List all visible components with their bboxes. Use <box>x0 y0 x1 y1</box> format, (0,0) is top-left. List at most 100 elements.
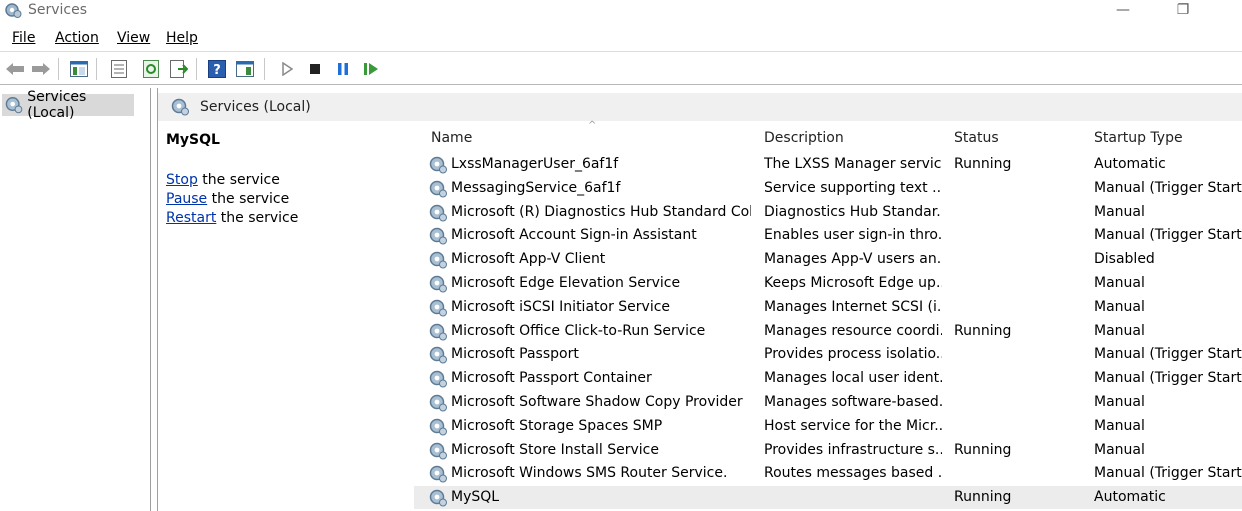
table-row[interactable]: Microsoft Edge Elevation Service Keeps Mi… <box>414 272 1242 295</box>
service-name-cell: Microsoft Office Click-to-Run Service <box>451 322 706 339</box>
service-gear-icon <box>429 489 447 507</box>
table-row[interactable]: Microsoft (R) Diagnostics Hub Standard C… <box>414 201 1242 224</box>
menu-help[interactable]: Help <box>166 30 198 46</box>
menu-action-label: Action <box>55 30 99 46</box>
services-gear-icon <box>5 3 22 18</box>
export-list-icon[interactable] <box>168 58 190 80</box>
table-row[interactable]: LxssManagerUser_6af1f The LXSS Manager se… <box>414 153 1242 176</box>
tree-item-services-local[interactable]: Services (Local) <box>2 89 134 121</box>
service-name-cell: LxssManagerUser_6af1f <box>451 156 619 172</box>
service-startup-type-cell: Manual <box>1094 275 1145 291</box>
column-header-name[interactable]: Name <box>431 130 472 146</box>
service-description-cell: Keeps Microsoft Edge up... <box>764 275 942 291</box>
menu-file[interactable]: File <box>12 30 35 46</box>
table-row[interactable]: Microsoft Office Click-to-Run Service Man… <box>414 320 1242 343</box>
table-row[interactable]: Microsoft Windows SMS Router Service. Rou… <box>414 462 1242 485</box>
forward-arrow-icon[interactable] <box>30 58 52 80</box>
service-gear-icon <box>429 347 447 364</box>
service-startup-type-cell: Manual <box>1094 417 1145 434</box>
tree-item-label: Services (Local) <box>27 89 87 121</box>
service-description-cell: Provides infrastructure s... <box>764 441 942 458</box>
service-gear-icon <box>429 394 447 412</box>
service-startup-type-cell: Manual <box>1094 322 1145 339</box>
stop-service-icon[interactable] <box>304 58 326 80</box>
table-row[interactable]: Microsoft Software Shadow Copy Provider M… <box>414 391 1242 414</box>
service-description-cell: The LXSS Manager servic... <box>764 156 942 172</box>
console-tree: Services (Local) <box>0 88 151 511</box>
toolbar: ? <box>0 54 1242 82</box>
toolbar-separator <box>196 58 197 80</box>
sort-indicator-icon: ^ <box>588 120 597 131</box>
service-description-cell: Enables user sign-in thro... <box>764 227 942 244</box>
restart-service-link[interactable]: Restart <box>166 210 216 226</box>
restore-button[interactable]: ❐ <box>1160 0 1206 22</box>
service-name-cell: MySQL <box>451 489 500 506</box>
service-gear-icon <box>429 466 447 483</box>
start-service-icon[interactable] <box>276 58 298 80</box>
toolbar-separator <box>96 58 97 80</box>
pane-header: Services (Local) <box>158 93 1242 121</box>
console-tree-icon[interactable] <box>68 58 90 80</box>
service-gear-icon <box>429 156 447 174</box>
pause-action: Pause the service <box>166 191 289 207</box>
help-icon[interactable]: ? <box>206 58 228 80</box>
minimize-button[interactable]: — <box>1100 0 1146 22</box>
service-name-cell: Microsoft Passport <box>451 346 579 363</box>
menu-file-label: File <box>12 30 36 46</box>
service-startup-type-cell: Manual <box>1094 298 1145 315</box>
service-gear-icon <box>429 442 447 460</box>
service-gear-icon <box>429 180 447 198</box>
service-startup-type-cell: Manual (Trigger Start) <box>1094 227 1242 244</box>
service-description-cell: Host service for the Micr... <box>764 417 942 434</box>
service-description-cell: Manages Internet SCSI (i... <box>764 298 942 315</box>
column-header-startup-type[interactable]: Startup Type <box>1094 130 1183 146</box>
service-gear-icon <box>429 299 447 317</box>
table-row[interactable]: Microsoft Passport Container Manages loca… <box>414 367 1242 390</box>
menu-divider <box>0 51 1242 52</box>
resume-service-icon[interactable] <box>360 58 382 80</box>
service-status-cell: Running <box>954 489 1012 506</box>
service-name-cell: Microsoft Account Sign-in Assistant <box>451 227 697 244</box>
service-description-cell: Manages App-V users an... <box>764 251 942 268</box>
service-description-cell: Service supporting text ... <box>764 179 942 196</box>
svg-text:?: ? <box>213 63 221 78</box>
show-hide-pane-icon[interactable] <box>234 58 256 80</box>
service-startup-type-cell: Automatic <box>1094 156 1166 172</box>
selected-service-name: MySQL <box>166 132 220 148</box>
services-gear-icon <box>5 97 23 114</box>
service-name-cell: Microsoft (R) Diagnostics Hub Standard C… <box>451 203 751 220</box>
table-row[interactable]: Microsoft Storage Spaces SMP Host service… <box>414 415 1242 438</box>
pause-service-icon[interactable] <box>332 58 354 80</box>
table-row[interactable]: Microsoft App-V Client Manages App-V user… <box>414 248 1242 271</box>
table-row[interactable]: Microsoft Store Install Service Provides … <box>414 439 1242 462</box>
service-name-cell: Microsoft Edge Elevation Service <box>451 275 681 291</box>
column-header-status[interactable]: Status <box>954 130 999 146</box>
pause-action-text: the service <box>207 191 290 207</box>
service-description-cell: Routes messages based ... <box>764 465 942 482</box>
window-title: Services <box>28 2 88 18</box>
pane-splitter[interactable] <box>151 88 158 511</box>
service-description-cell: Manages local user ident... <box>764 370 942 387</box>
table-row[interactable]: Microsoft iSCSI Initiator Service Manages… <box>414 296 1242 319</box>
toolbar-separator <box>58 58 59 80</box>
table-row[interactable]: MySQL Running Automatic <box>414 486 1242 510</box>
refresh-icon[interactable] <box>140 58 162 80</box>
service-gear-icon <box>429 228 447 245</box>
stop-service-link[interactable]: Stop <box>166 172 198 188</box>
menu-view[interactable]: View <box>117 30 150 46</box>
menu-bar: File Action View Help <box>0 28 1242 50</box>
service-gear-icon <box>429 275 447 293</box>
service-startup-type-cell: Manual (Trigger Start) <box>1094 179 1242 196</box>
table-row[interactable]: Microsoft Passport Provides process isola… <box>414 343 1242 366</box>
pause-service-link[interactable]: Pause <box>166 191 207 207</box>
service-description-cell: Manages resource coordi... <box>764 322 942 339</box>
column-header-description[interactable]: Description <box>764 130 844 146</box>
stop-action-text: the service <box>197 172 280 188</box>
table-row[interactable]: MessagingService_6af1f Service supporting… <box>414 177 1242 200</box>
title-bar: Services — ❐ <box>0 0 1242 26</box>
back-arrow-icon[interactable] <box>4 58 26 80</box>
menu-action[interactable]: Action <box>55 30 99 46</box>
properties-icon[interactable] <box>108 58 130 80</box>
service-gear-icon <box>429 323 447 341</box>
table-row[interactable]: Microsoft Account Sign-in Assistant Enabl… <box>414 224 1242 247</box>
